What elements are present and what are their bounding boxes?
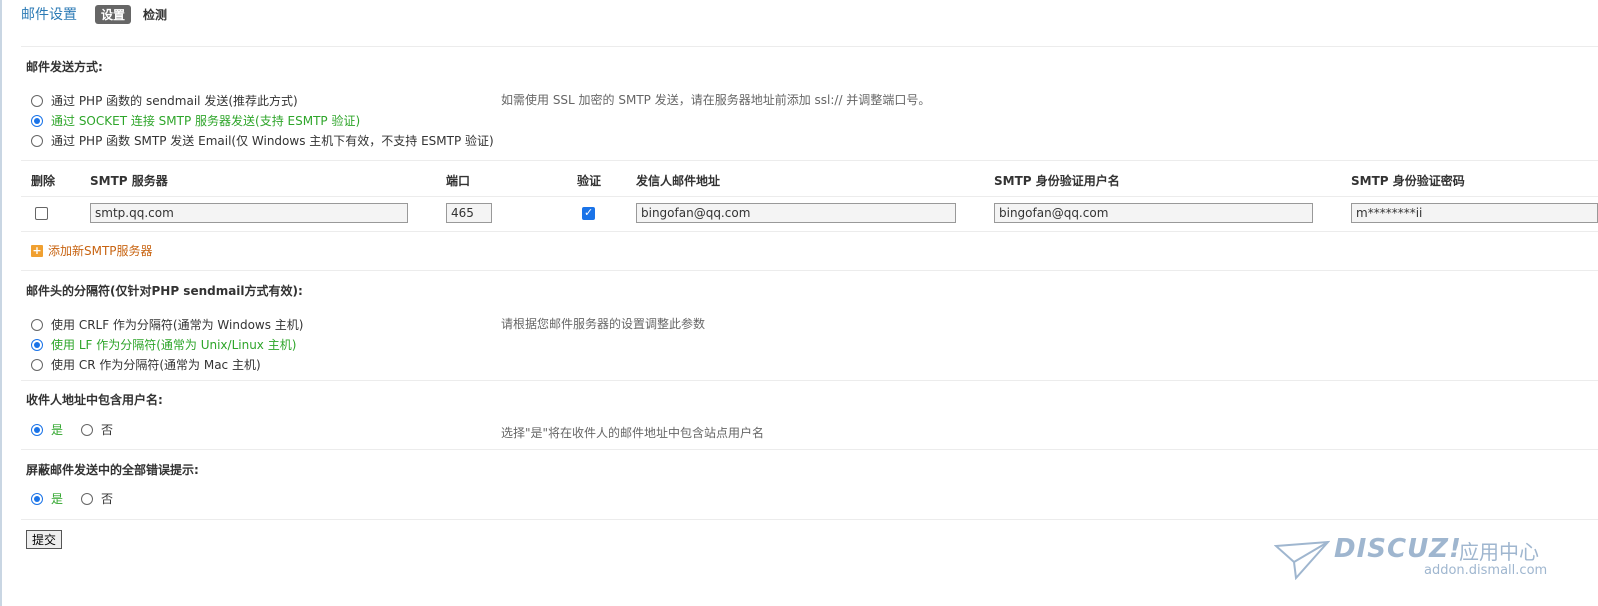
radio-lf[interactable] [31, 338, 43, 351]
col-auth: 验证 [577, 174, 602, 188]
radio-crlf[interactable] [31, 318, 43, 331]
separator-option-lf[interactable]: 使用 LF 作为分隔符(通常为 Unix/Linux 主机) [31, 336, 296, 353]
smtp-server-input[interactable] [90, 203, 408, 223]
radio-include-no[interactable] [81, 423, 94, 436]
divider [21, 380, 1598, 381]
auth-checkbox[interactable] [582, 206, 595, 220]
radio-sendmail[interactable] [31, 94, 43, 107]
watermark-url: addon.dismall.com [1424, 563, 1548, 578]
watermark: DISCUZ! 应用中心 addon.dismall.com [1274, 534, 1554, 582]
radio-silent-yes[interactable] [31, 492, 43, 505]
divider [21, 449, 1598, 450]
separator-option-cr[interactable]: 使用 CR 作为分隔符(通常为 Mac 主机) [31, 356, 261, 373]
col-smtp-server: SMTP 服务器 [90, 174, 168, 188]
page-header: 邮件设置 设置 检测 [21, 4, 179, 24]
include-username-tip: 选择"是"将在收件人的邮件地址中包含站点用户名 [501, 426, 765, 440]
include-username-title: 收件人地址中包含用户名: [26, 393, 163, 407]
from-email-input[interactable] [636, 203, 956, 223]
divider [21, 270, 1598, 271]
radio-php-smtp[interactable] [31, 134, 43, 147]
watermark-logo: DISCUZ! [1334, 534, 1462, 564]
radio-include-yes[interactable] [31, 423, 43, 436]
silent-errors-options: 是 否 [31, 490, 113, 507]
silent-errors-title: 屏蔽邮件发送中的全部错误提示: [26, 463, 199, 477]
include-yes-label: 是 [51, 423, 64, 437]
add-smtp-server-link[interactable]: + 添加新SMTP服务器 [31, 242, 153, 259]
radio-silent-no[interactable] [81, 492, 94, 505]
send-method-tip: 如需使用 SSL 加密的 SMTP 发送，请在服务器地址前添加 ssl:// 并… [501, 93, 931, 107]
divider [21, 46, 1598, 47]
silent-no-label: 否 [101, 492, 114, 506]
delete-checkbox[interactable] [35, 207, 48, 220]
silent-yes-label: 是 [51, 492, 64, 506]
separator-title: 邮件头的分隔符(仅针对PHP sendmail方式有效): [26, 284, 303, 298]
submit-button[interactable]: 提交 [26, 530, 63, 549]
page-title: 邮件设置 [21, 7, 77, 23]
send-method-option-php-smtp[interactable]: 通过 PHP 函数 SMTP 发送 Email(仅 Windows 主机下有效，… [31, 132, 494, 149]
divider [21, 196, 1598, 197]
auth-username-input[interactable] [994, 203, 1313, 223]
left-frame-border [0, 0, 2, 606]
col-auth-username: SMTP 身份验证用户名 [994, 174, 1120, 188]
send-method-option-sendmail[interactable]: 通过 PHP 函数的 sendmail 发送(推荐此方式) [31, 92, 298, 109]
send-method-option-socket[interactable]: 通过 SOCKET 连接 SMTP 服务器发送(支持 ESMTP 验证) [31, 112, 360, 129]
tab-check[interactable]: 检测 [137, 5, 173, 24]
tab-settings[interactable]: 设置 [95, 4, 132, 24]
paper-plane-icon [1274, 540, 1330, 580]
separator-option-crlf[interactable]: 使用 CRLF 作为分隔符(通常为 Windows 主机) [31, 316, 304, 333]
col-port: 端口 [446, 174, 471, 188]
col-auth-password: SMTP 身份验证密码 [1351, 174, 1465, 188]
include-username-options: 是 否 [31, 421, 113, 438]
include-no-label: 否 [101, 423, 114, 437]
col-from: 发信人邮件地址 [636, 174, 721, 188]
radio-socket[interactable] [31, 114, 43, 127]
watermark-cn: 应用中心 [1459, 540, 1539, 564]
radio-cr[interactable] [31, 358, 43, 371]
port-input[interactable] [446, 203, 492, 223]
col-delete: 删除 [31, 174, 56, 188]
divider [21, 519, 1598, 520]
auth-password-input[interactable] [1351, 203, 1598, 223]
divider [21, 231, 1598, 232]
divider [21, 160, 1598, 161]
separator-tip: 请根据您邮件服务器的设置调整此参数 [501, 317, 706, 331]
send-method-title: 邮件发送方式: [26, 60, 103, 74]
plus-icon: + [31, 243, 43, 257]
